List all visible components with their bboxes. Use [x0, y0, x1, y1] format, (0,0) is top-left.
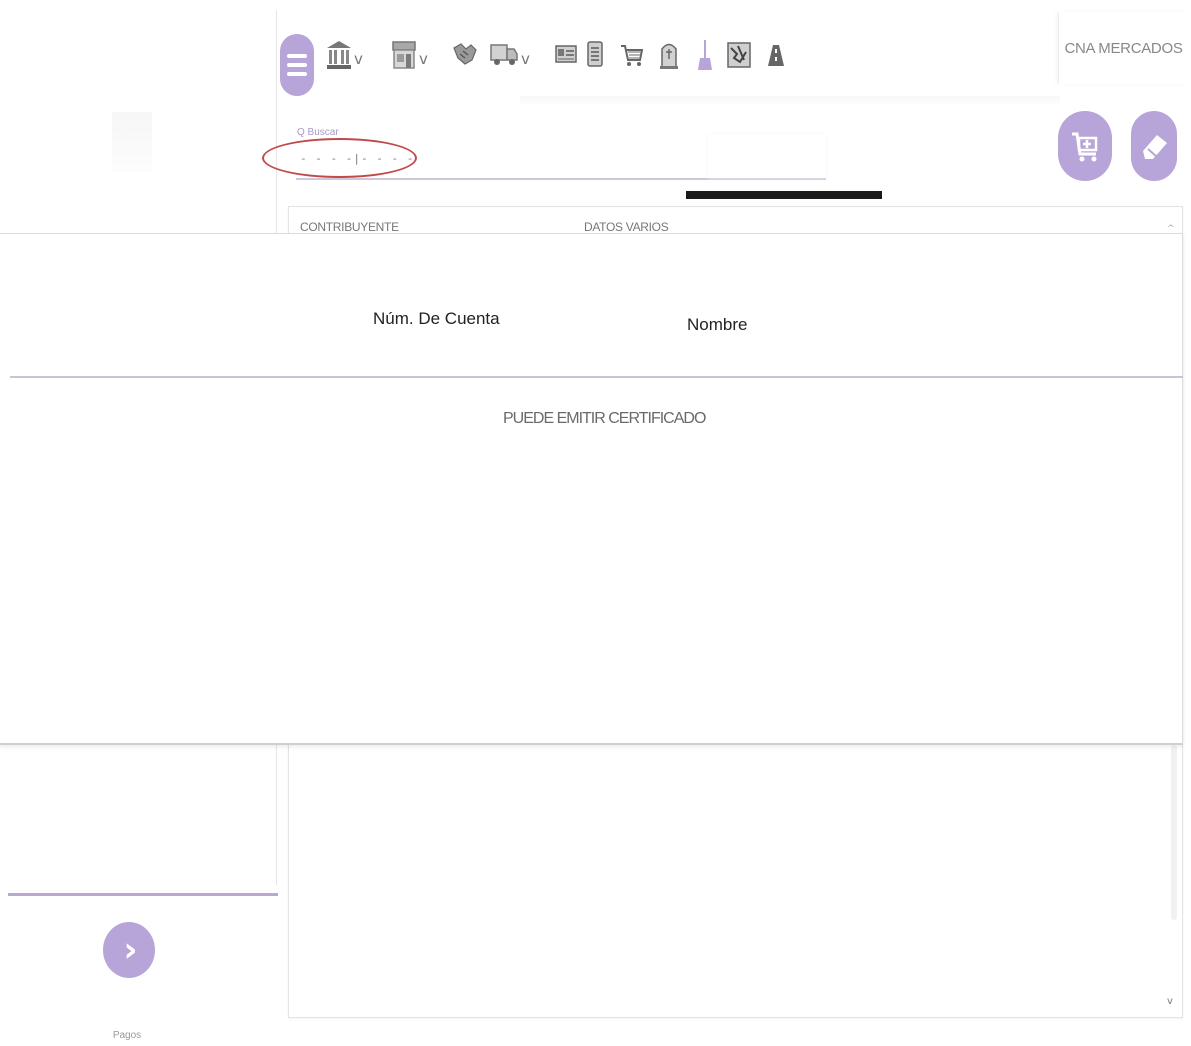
chevron-right-icon: › [123, 930, 138, 970]
map-icon [727, 42, 751, 68]
popup-divider [10, 376, 1183, 378]
obscured-field [708, 134, 826, 178]
truck-menu[interactable]: v [489, 38, 530, 72]
document-icon [587, 41, 603, 67]
map-button[interactable] [726, 38, 752, 72]
search-label: Q Buscar [297, 127, 339, 138]
column-header-name: Nombre [687, 315, 748, 334]
certificate-status: PUEDE EMITIR CERTIFICADO [503, 410, 706, 427]
handshake-button[interactable] [452, 38, 478, 72]
bank-menu[interactable]: v [326, 38, 363, 72]
truck-icon [490, 44, 518, 65]
bank-icon [327, 41, 351, 69]
sidebar-rule [8, 893, 278, 896]
certificate-popup [0, 233, 1183, 745]
toolbar-shadow [520, 96, 1060, 106]
add-to-cart-button[interactable] [1058, 111, 1112, 181]
scroll-down-arrow[interactable]: v [1167, 996, 1173, 1007]
menu-bar [287, 54, 307, 58]
next-button-label: Pagos [112, 1030, 142, 1041]
tab-datos-varios[interactable]: DATOS VARIOS [584, 220, 669, 234]
search-underline [296, 178, 826, 180]
eraser-icon [1143, 135, 1167, 159]
id-card-icon [555, 45, 577, 63]
clear-button[interactable] [1131, 111, 1177, 181]
broom-icon [698, 40, 712, 70]
tab-contribuyente[interactable]: CONTRIBUYENTE [300, 220, 399, 234]
sidebar-divider-lower [276, 745, 277, 885]
storefront-menu[interactable]: v [391, 38, 428, 72]
menu-bar [287, 63, 307, 67]
storefront-icon [392, 41, 416, 69]
shopping-cart-button[interactable] [620, 38, 644, 72]
column-header-account: Núm. De Cuenta [373, 309, 500, 328]
chevron-down-icon: v [354, 50, 363, 68]
market-selector[interactable]: CNA MERCADOS [1058, 12, 1188, 84]
cart-plus-icon [1072, 132, 1098, 162]
cemetery-button[interactable] [658, 38, 680, 72]
next-button[interactable]: › [103, 922, 155, 978]
hamburger-menu-button[interactable] [280, 34, 314, 96]
document-button[interactable] [585, 38, 605, 72]
chevron-down-icon: v [521, 50, 530, 68]
cleaning-button[interactable] [697, 38, 713, 72]
sidebar-shadow [112, 112, 152, 172]
road-button[interactable] [765, 38, 787, 72]
tombstone-icon [660, 43, 678, 69]
top-toolbar: v v v [276, 10, 1056, 100]
shopping-cart-icon [621, 45, 644, 66]
road-icon [768, 45, 784, 66]
id-card-button[interactable] [554, 38, 578, 72]
annotation-ellipse [262, 138, 417, 178]
menu-bar [287, 72, 307, 76]
redaction-bar [686, 191, 882, 199]
scrollbar[interactable] [1171, 745, 1177, 920]
chevron-down-icon: v [419, 50, 428, 68]
handshake-icon [453, 43, 477, 65]
